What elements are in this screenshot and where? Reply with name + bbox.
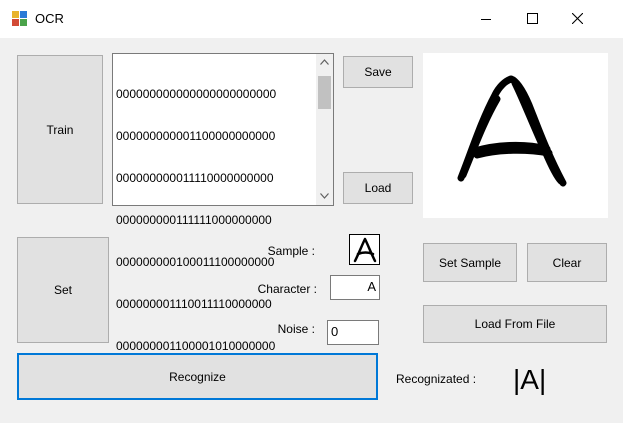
matrix-line: 000000000001100000000000 (116, 129, 276, 143)
drawing-canvas[interactable] (423, 53, 608, 218)
matrix-textarea[interactable]: 000000000000000000000000 000000000001100… (112, 53, 334, 395)
save-button-label: Save (364, 65, 392, 79)
matrix-line: 000000001110011110000000 (116, 297, 272, 311)
noise-label: Noise : (277, 322, 315, 336)
clear-button-label: Clear (552, 255, 582, 270)
save-button[interactable]: Save (343, 56, 413, 88)
recognize-button-label: Recognize (169, 369, 226, 384)
noise-field[interactable]: 0 (327, 320, 379, 345)
scroll-up-arrow-icon[interactable] (316, 54, 333, 71)
vertical-scrollbar[interactable] (316, 54, 333, 205)
load-from-file-button-label: Load From File (474, 317, 556, 331)
set-button[interactable]: Set (17, 237, 109, 343)
sample-preview (349, 234, 380, 265)
sample-label: Sample : (267, 244, 315, 258)
train-button-label: Train (46, 122, 74, 137)
train-button[interactable]: Train (17, 55, 103, 204)
set-button-label: Set (53, 283, 72, 297)
noise-value: 0 (331, 324, 339, 339)
character-value: A (367, 279, 376, 294)
load-button-label: Load (364, 181, 392, 195)
handwritten-a-drawing (457, 75, 567, 187)
scroll-down-arrow-icon[interactable] (316, 188, 333, 205)
matrix-line: 000000000111111000000000 (116, 213, 272, 227)
load-from-file-button[interactable]: Load From File (423, 305, 607, 343)
title-bar[interactable]: OCR (0, 0, 623, 38)
sample-a-image (353, 237, 377, 263)
character-label: Character : (257, 282, 317, 296)
scroll-thumb[interactable] (318, 76, 331, 109)
recognize-button[interactable]: Recognize (17, 353, 378, 400)
set-sample-button-label: Set Sample (438, 255, 502, 270)
close-icon[interactable] (555, 0, 601, 38)
matrix-line: 000000000011110000000000 (116, 171, 274, 185)
matrix-line: 000000001100001010000000 (116, 339, 276, 353)
character-field[interactable]: A (330, 275, 380, 300)
matrix-line: 000000000000000000000000 (116, 87, 277, 101)
window-title: OCR (35, 11, 64, 26)
minimize-icon[interactable] (463, 0, 509, 38)
set-sample-button[interactable]: Set Sample (423, 243, 517, 282)
recognized-value: |A| (513, 364, 547, 395)
recognized-label: Recognizated : (396, 372, 477, 386)
clear-button[interactable]: Clear (527, 243, 607, 282)
maximize-icon[interactable] (509, 0, 555, 38)
load-button[interactable]: Load (343, 172, 413, 204)
app-icon (12, 11, 28, 27)
ocr-window: OCR Train 000000000000000000000000 00000… (0, 0, 623, 417)
